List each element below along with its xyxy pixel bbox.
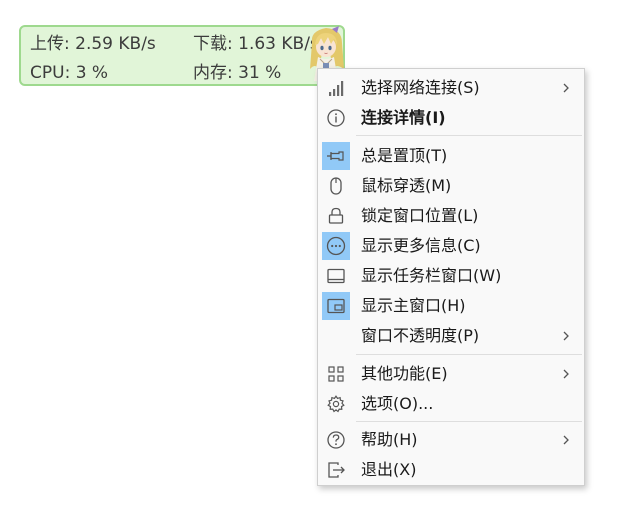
traffic-monitor-widget[interactable]: 上传: 2.59 KB/s 下载: 1.63 KB/s CPU: 3 % 内存:… [19, 25, 345, 86]
gear-icon [322, 390, 350, 418]
chevron-right-icon [563, 435, 569, 445]
exit-icon [322, 456, 350, 484]
menu-item-label: 显示主窗口(H) [361, 296, 466, 315]
menu-item-label: 显示任务栏窗口(W) [361, 266, 502, 285]
menu-item-always-on-top[interactable]: 总是置顶(T) [318, 141, 584, 171]
menu-item-label: 其他功能(E) [361, 364, 448, 383]
menu-item-options[interactable]: 选项(O)... [318, 389, 584, 419]
menu-item-help[interactable]: 帮助(H) [318, 425, 584, 455]
menu-item-label: 鼠标穿透(M) [361, 176, 452, 195]
menu-separator [356, 135, 582, 136]
chevron-right-icon [563, 369, 569, 379]
chevron-right-icon [563, 331, 569, 341]
download-speed: 下载: 1.63 KB/s [193, 34, 319, 54]
memory-usage: 内存: 31 % [193, 63, 282, 83]
menu-item-show-taskbar-window[interactable]: 显示任务栏窗口(W) [318, 261, 584, 291]
menu-separator [356, 354, 582, 355]
menu-item-other-functions[interactable]: 其他功能(E) [318, 359, 584, 389]
main-window-icon [322, 292, 350, 320]
lock-icon [322, 202, 350, 230]
more-icon [322, 232, 350, 260]
context-menu: 选择网络连接(S) 连接详情(I) 总是置顶(T) 鼠标穿透(M) 锁定窗口位置… [317, 68, 585, 486]
taskbar-icon [322, 262, 350, 290]
help-icon [322, 426, 350, 454]
menu-item-label: 显示更多信息(C) [361, 236, 481, 255]
menu-item-label: 帮助(H) [361, 430, 418, 449]
menu-item-label: 连接详情(I) [361, 108, 446, 127]
menu-item-exit[interactable]: 退出(X) [318, 455, 584, 485]
mouse-icon [322, 172, 350, 200]
upload-speed: 上传: 2.59 KB/s [30, 34, 156, 54]
info-icon [322, 104, 350, 132]
menu-item-label: 窗口不透明度(P) [361, 326, 480, 345]
menu-item-connection-details[interactable]: 连接详情(I) [318, 103, 584, 133]
menu-item-label: 选项(O)... [361, 394, 434, 413]
cpu-usage: CPU: 3 % [30, 63, 109, 83]
menu-item-show-main-window[interactable]: 显示主窗口(H) [318, 291, 584, 321]
menu-separator [356, 421, 582, 422]
signal-bars-icon [322, 74, 350, 102]
menu-item-select-connection[interactable]: 选择网络连接(S) [318, 73, 584, 103]
menu-item-window-opacity[interactable]: 窗口不透明度(P) [318, 321, 584, 351]
grid-icon [322, 360, 350, 388]
menu-item-label: 总是置顶(T) [361, 146, 448, 165]
menu-item-mouse-through[interactable]: 鼠标穿透(M) [318, 171, 584, 201]
menu-item-lock-position[interactable]: 锁定窗口位置(L) [318, 201, 584, 231]
menu-item-label: 退出(X) [361, 460, 417, 479]
pin-icon [322, 142, 350, 170]
menu-item-label: 选择网络连接(S) [361, 78, 480, 97]
menu-item-show-more-info[interactable]: 显示更多信息(C) [318, 231, 584, 261]
chevron-right-icon [563, 83, 569, 93]
menu-item-label: 锁定窗口位置(L) [361, 206, 479, 225]
